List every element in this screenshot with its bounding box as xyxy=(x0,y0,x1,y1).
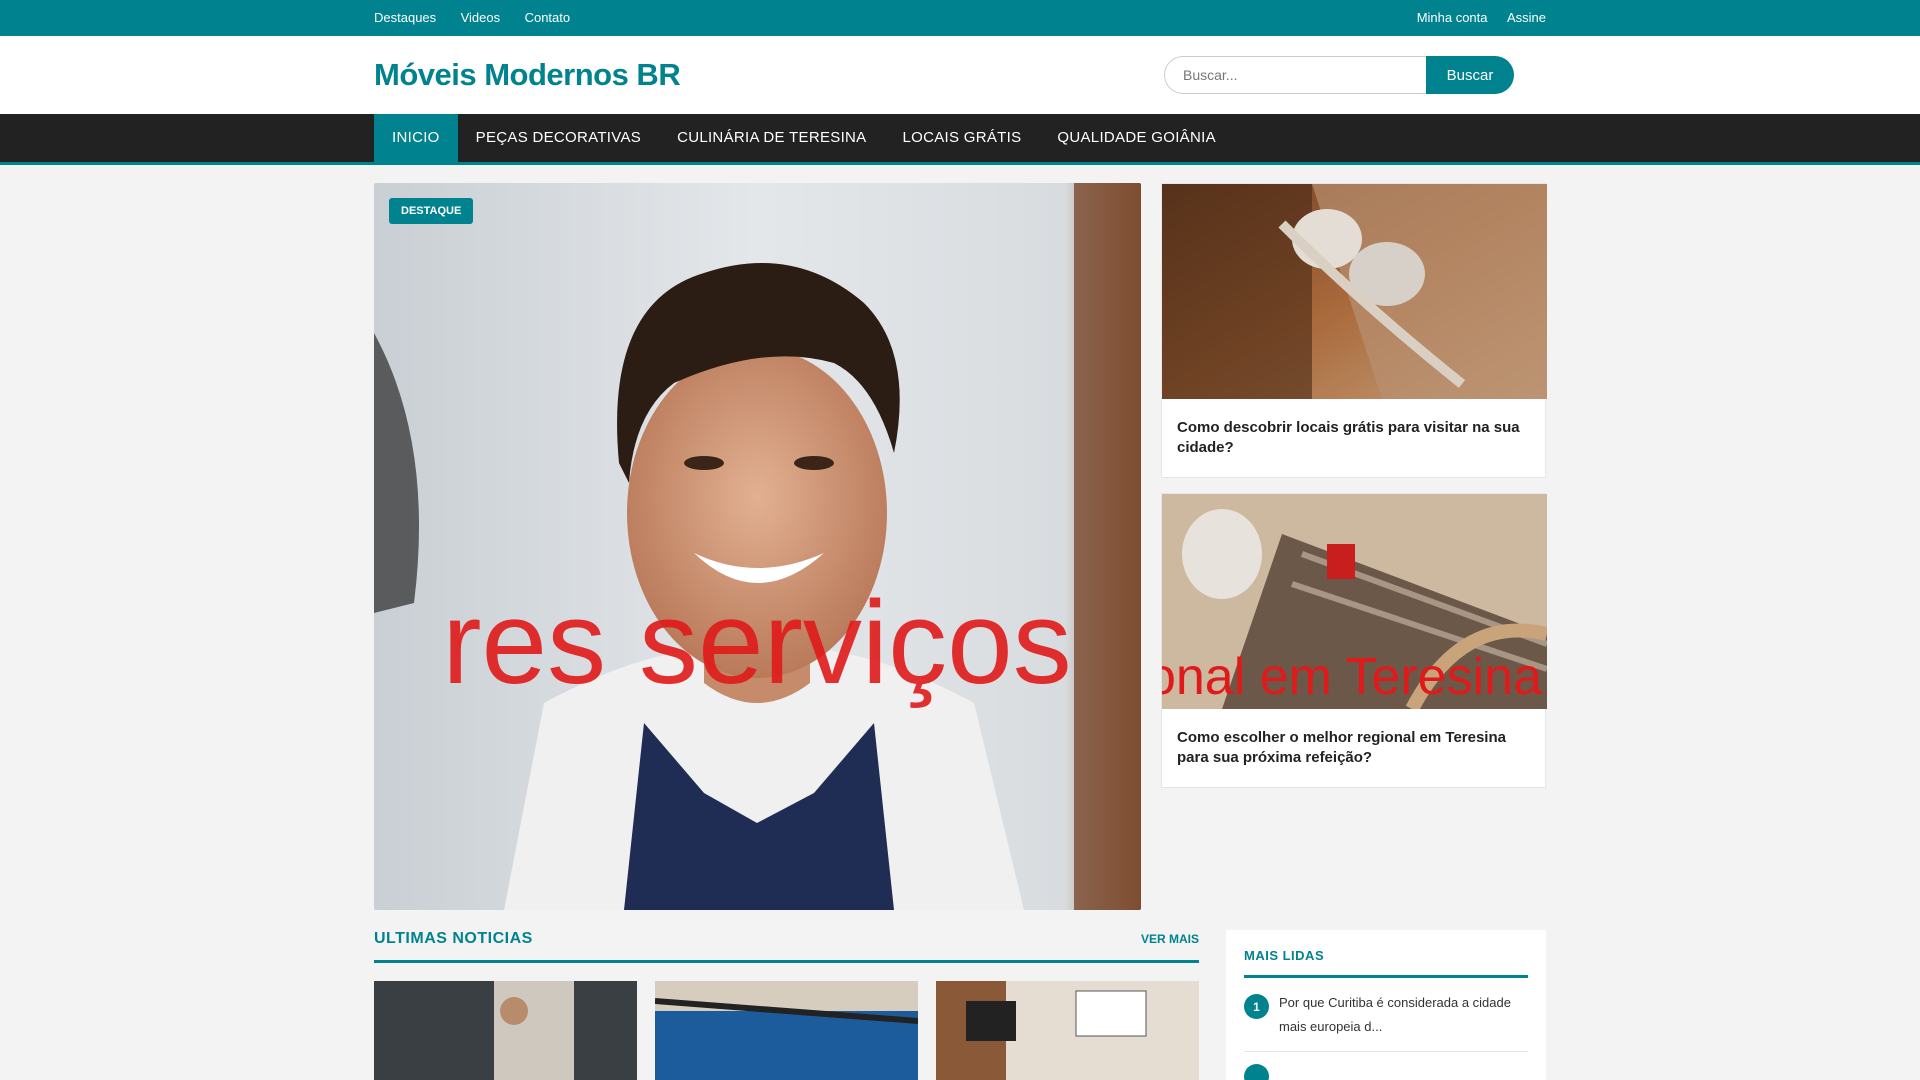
side-article-title[interactable]: Como descobrir locais grátis para visita… xyxy=(1162,404,1545,472)
news-thumbnail[interactable] xyxy=(936,981,1199,1080)
top-links: Destaques Videos Contato xyxy=(374,9,590,27)
top-account-links: Minha conta Assine xyxy=(1402,9,1546,27)
search-button[interactable]: Buscar xyxy=(1426,56,1514,94)
news-thumbnail[interactable] xyxy=(655,981,918,1080)
side-article-title[interactable]: Como escolher o melhor regional em Teres… xyxy=(1162,714,1545,782)
nav-item-pecas-decorativas[interactable]: PEÇAS DECORATIVAS xyxy=(458,114,659,162)
news-thumbnails xyxy=(374,981,1199,1080)
hero-section: DESTAQUE res serviços Como descobrir loc… xyxy=(374,183,1549,910)
top-link-destaques[interactable]: Destaques xyxy=(374,10,436,25)
nav-item-inicio[interactable]: INICIO xyxy=(374,114,458,162)
main-nav: INICIO PEÇAS DECORATIVAS CULINÁRIA DE TE… xyxy=(0,114,1920,165)
side-article-overlay-text: ional em Teresina xyxy=(1162,648,1542,706)
most-read-item[interactable]: 1 Por que Curitiba é considerada a cidad… xyxy=(1244,978,1528,1052)
top-bar: Destaques Videos Contato Minha conta Ass… xyxy=(0,0,1920,36)
side-article-image: ional em Teresina xyxy=(1135,494,1549,713)
my-account-link[interactable]: Minha conta xyxy=(1417,10,1488,25)
featured-overlay-text: res serviços xyxy=(442,577,1071,709)
side-article-image xyxy=(1162,184,1547,399)
most-read-text[interactable]: Por que Curitiba é considerada a cidade … xyxy=(1279,991,1528,1039)
featured-article[interactable]: DESTAQUE res serviços xyxy=(374,183,1141,910)
most-read-title: MAIS LIDAS xyxy=(1244,948,1528,978)
site-logo[interactable]: Móveis Modernos BR xyxy=(374,57,681,93)
see-more-link[interactable]: VER MAIS xyxy=(1141,932,1199,946)
latest-news-title: ULTIMAS NOTICIAS xyxy=(374,930,533,947)
latest-news: ULTIMAS NOTICIAS VER MAIS xyxy=(374,930,1199,1080)
side-article-card[interactable]: ional em Teresina Como escolher o melhor… xyxy=(1135,493,1549,788)
nav-item-locais-gratis[interactable]: LOCAIS GRÁTIS xyxy=(884,114,1039,162)
most-read-box: MAIS LIDAS 1 Por que Curitiba é consider… xyxy=(1226,930,1546,1080)
featured-badge: DESTAQUE xyxy=(389,198,474,224)
side-articles: Como descobrir locais grátis para visita… xyxy=(1135,183,1549,910)
side-article-card[interactable]: Como descobrir locais grátis para visita… xyxy=(1161,183,1547,478)
search-input[interactable] xyxy=(1164,56,1426,94)
rank-number xyxy=(1244,1064,1269,1080)
news-thumbnail[interactable] xyxy=(374,981,637,1080)
site-header: Móveis Modernos BR Buscar xyxy=(0,36,1920,114)
rank-number: 1 xyxy=(1244,994,1269,1019)
search-form: Buscar xyxy=(1164,56,1514,94)
top-link-contato[interactable]: Contato xyxy=(525,10,571,25)
nav-item-qualidade-goiania[interactable]: QUALIDADE GOIÂNIA xyxy=(1039,114,1233,162)
lower-section: ULTIMAS NOTICIAS VER MAIS MAIS LIDAS 1 P… xyxy=(374,930,1546,1080)
nav-item-culinaria-teresina[interactable]: CULINÁRIA DE TERESINA xyxy=(659,114,884,162)
featured-photo: res serviços xyxy=(374,183,1141,910)
latest-news-header: ULTIMAS NOTICIAS VER MAIS xyxy=(374,930,1199,963)
subscribe-link[interactable]: Assine xyxy=(1507,10,1546,25)
top-link-videos[interactable]: Videos xyxy=(461,10,501,25)
